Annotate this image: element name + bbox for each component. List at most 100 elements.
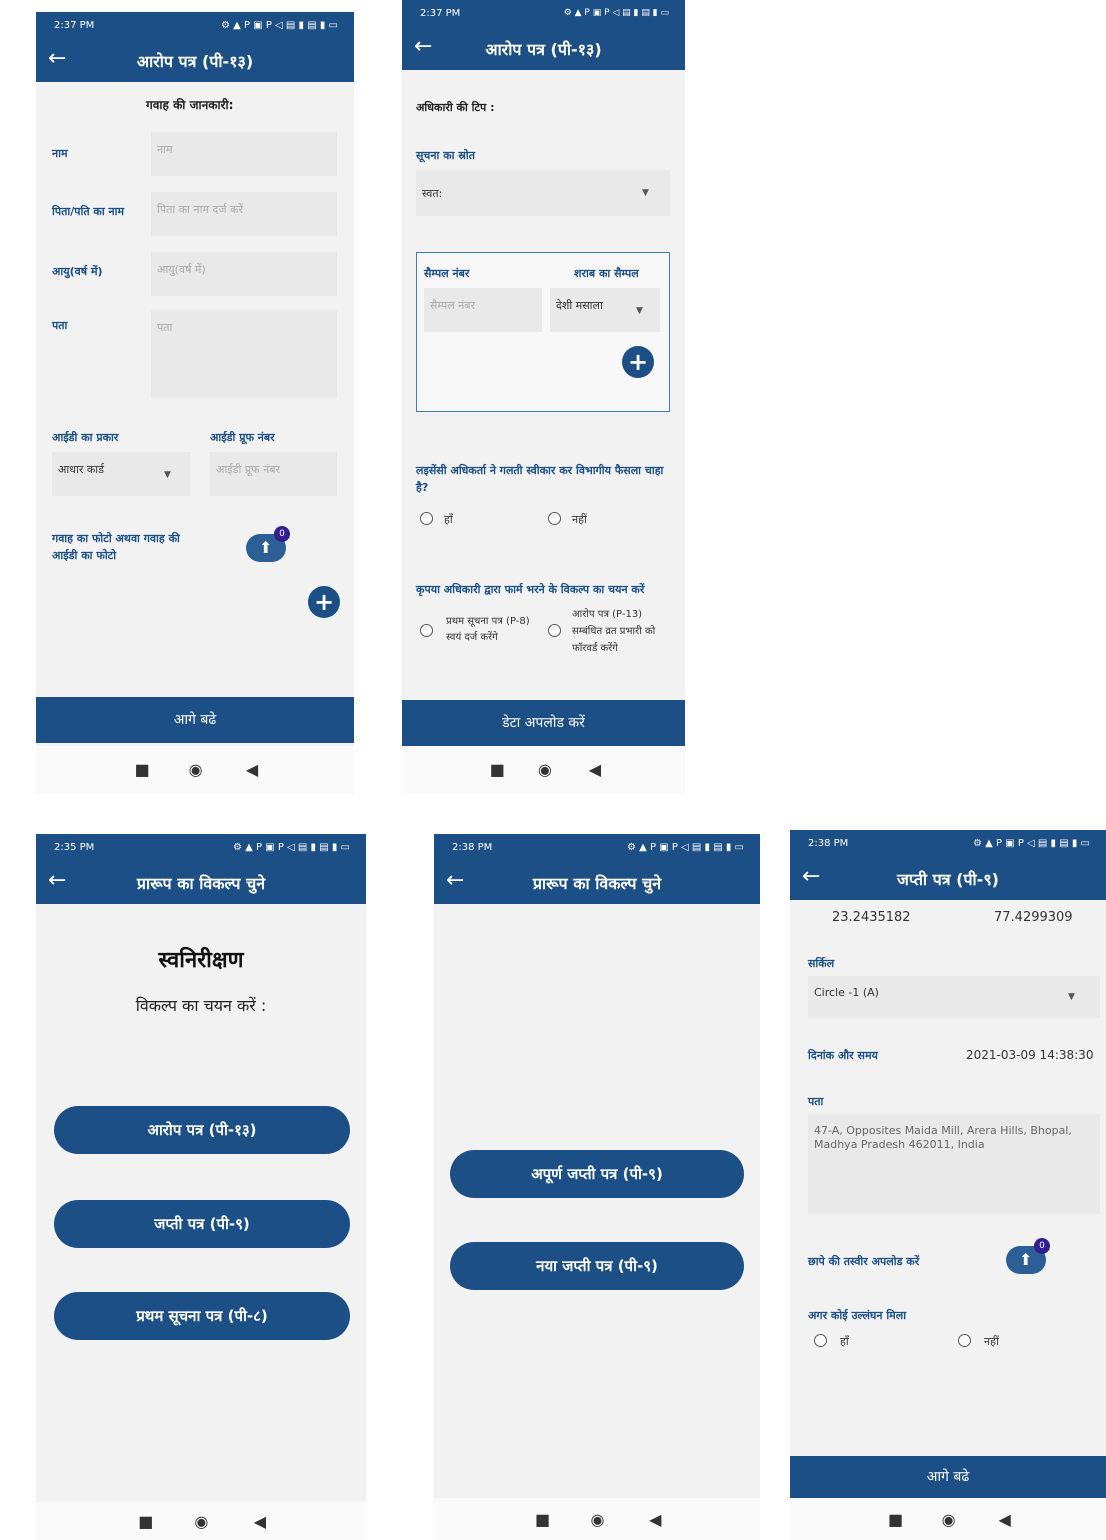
photo-label: गवाह का फोटो अथवा गवाह की आईडी का फोटो	[52, 532, 180, 562]
father-name-input[interactable]: पिता का नाम दर्ज करें	[151, 192, 337, 236]
back-icon[interactable]: ◀	[246, 760, 258, 779]
circle-select[interactable]: Circle -1 (A)	[808, 976, 1100, 1018]
recents-icon[interactable]: ■	[490, 760, 505, 779]
incomplete-seizure-button[interactable]: अपूर्ण जप्ती पत्र (पी-९)	[450, 1150, 744, 1198]
next-button[interactable]: आगे बढे	[790, 1456, 1106, 1498]
name-input[interactable]: नाम	[151, 132, 337, 176]
name-label: नाम	[52, 147, 68, 160]
add-sample-plus-icon[interactable]: +	[622, 346, 654, 378]
screen-seizure-form: 2:38 PM ⚙ ▲ P ▣ P ◁ ▤ ▮ ▤ ▮ ▭ ← जप्ती पत…	[790, 830, 1106, 1540]
page-title: प्रारूप का विकल्प चुने	[532, 874, 662, 893]
home-icon[interactable]: ◉	[590, 1510, 604, 1529]
status-icons: ⚙ ▲ P ▣ P ◁ ▤ ▮ ▤ ▮ ▭	[221, 20, 338, 31]
home-icon[interactable]: ◉	[538, 760, 552, 779]
new-seizure-button[interactable]: नया जप्ती पत्र (पी-९)	[450, 1242, 744, 1290]
back-icon[interactable]: ◀	[254, 1512, 266, 1531]
status-bar: 2:37 PM ⚙ ▲ P ▣ P ◁ ▤ ▮ ▤ ▮ ▭	[402, 0, 685, 26]
liquor-sample-value: देशी मसाला	[556, 299, 603, 312]
latitude-value: 23.2435182	[832, 910, 911, 925]
officer-remark-label: अधिकारी की टिप :	[416, 101, 495, 114]
app-bar: ← प्रारूप का विकल्प चुने	[434, 860, 760, 904]
age-input[interactable]: आयु(वर्ष में)	[151, 252, 337, 296]
sample-number-label: सैम्पल नंबर	[424, 267, 470, 280]
status-bar: 2:38 PM ⚙ ▲ P ▣ P ◁ ▤ ▮ ▤ ▮ ▭	[790, 830, 1106, 856]
page-title: प्रारूप का विकल्प चुने	[136, 874, 266, 893]
datetime-label: दिनांक और समय	[808, 1049, 878, 1062]
liquor-sample-label: शराब का सैम्पल	[574, 267, 639, 280]
address-input[interactable]: पता	[151, 310, 337, 398]
dropdown-caret-icon: ▼	[164, 470, 171, 480]
page-title: आरोप पत्र (पी-१३)	[485, 40, 602, 59]
screen-seizure-options: 2:38 PM ⚙ ▲ P ▣ P ◁ ▤ ▮ ▤ ▮ ▭ ← प्रारूप …	[434, 834, 760, 1540]
violation-no-label: नहीं	[984, 1335, 999, 1348]
next-button[interactable]: आगे बढे	[36, 697, 354, 743]
system-nav-bar: ■ ◉ ◀	[36, 746, 354, 794]
recents-icon[interactable]: ■	[888, 1510, 903, 1529]
info-source-label: सूचना का स्रोत	[416, 149, 475, 162]
license-yes-radio[interactable]	[420, 512, 433, 525]
status-bar: 2:35 PM ⚙ ▲ P ▣ P ◁ ▤ ▮ ▤ ▮ ▭	[36, 834, 366, 860]
recents-icon[interactable]: ■	[138, 1512, 153, 1531]
app-bar: ← प्रारूप का विकल्प चुने	[36, 860, 366, 904]
back-icon[interactable]: ◀	[649, 1510, 661, 1529]
status-icons: ⚙ ▲ P ▣ P ◁ ▤ ▮ ▤ ▮ ▭	[233, 842, 350, 853]
address-value: 47-A, Opposites Maida Mill, Arera Hills,…	[814, 1124, 1072, 1151]
option-forward-radio[interactable]	[548, 624, 561, 637]
system-nav-bar: ■ ◉ ◀	[36, 1502, 366, 1540]
back-icon[interactable]: ◀	[999, 1510, 1011, 1529]
home-icon[interactable]: ◉	[194, 1512, 208, 1531]
choose-option-question: कृपया अधिकारी द्वारा फार्म भरने के विकल्…	[416, 583, 645, 596]
violation-no-radio[interactable]	[958, 1334, 971, 1347]
license-yes-label: हाँ	[444, 513, 453, 526]
circle-label: सर्किल	[808, 957, 835, 970]
info-source-value: स्वत:	[422, 187, 443, 200]
dropdown-caret-icon: ▼	[636, 306, 643, 316]
status-time: 2:37 PM	[420, 8, 461, 19]
id-type-value: आधार कार्ड	[58, 463, 105, 476]
recents-icon[interactable]: ■	[535, 1510, 550, 1529]
option-fir-radio[interactable]	[420, 624, 433, 637]
status-time: 2:38 PM	[808, 838, 849, 849]
app-bar: ← आरोप पत्र (पी-१३)	[402, 26, 685, 70]
add-plus-icon[interactable]: +	[308, 586, 340, 618]
circle-value: Circle -1 (A)	[814, 986, 879, 999]
home-icon[interactable]: ◉	[189, 760, 203, 779]
violation-yes-label: हाँ	[840, 1335, 849, 1348]
option-fir-label: प्रथम सूचना पत्र (P-8) स्वयं दर्ज करेंगे	[446, 616, 530, 643]
age-label: आयु(वर्ष में)	[52, 265, 103, 278]
page-title: जप्ती पत्र (पी-९)	[897, 870, 999, 889]
screen-select-format: 2:35 PM ⚙ ▲ P ▣ P ◁ ▤ ▮ ▤ ▮ ▭ ← प्रारूप …	[36, 834, 366, 1540]
system-nav-bar: ■ ◉ ◀	[434, 1498, 760, 1540]
dropdown-caret-icon: ▼	[1068, 992, 1075, 1002]
upload-count-badge: 0	[1034, 1238, 1050, 1254]
charge-sheet-p13-button[interactable]: आरोप पत्र (पी-१३)	[54, 1106, 350, 1154]
status-icons: ⚙ ▲ P ▣ P ◁ ▤ ▮ ▤ ▮ ▭	[563, 8, 669, 18]
app-bar: ← जप्ती पत्र (पी-९)	[790, 856, 1106, 900]
liquor-sample-select[interactable]: देशी मसाला	[550, 288, 660, 332]
recents-icon[interactable]: ■	[135, 760, 150, 779]
back-icon[interactable]: ◀	[589, 760, 601, 779]
dropdown-caret-icon: ▼	[642, 188, 649, 198]
status-bar: 2:38 PM ⚙ ▲ P ▣ P ◁ ▤ ▮ ▤ ▮ ▭	[434, 834, 760, 860]
home-icon[interactable]: ◉	[942, 1510, 956, 1529]
status-bar: 2:37 PM ⚙ ▲ P ▣ P ◁ ▤ ▮ ▤ ▮ ▭	[36, 12, 354, 38]
upload-data-button[interactable]: डेटा अपलोड करें	[402, 700, 685, 746]
id-number-input[interactable]: आईडी प्रूफ नंबर	[210, 452, 337, 496]
license-question: लइसेंसी अधिकर्ता ने गलती स्वीकार कर विभा…	[416, 464, 664, 494]
status-icons: ⚙ ▲ P ▣ P ◁ ▤ ▮ ▤ ▮ ▭	[627, 842, 744, 853]
id-number-label: आईडी प्रूफ नंबर	[210, 431, 275, 444]
info-source-select[interactable]: स्वत:	[416, 170, 670, 216]
address-field[interactable]: 47-A, Opposites Maida Mill, Arera Hills,…	[808, 1114, 1100, 1214]
self-inspection-heading: स्वनिरीक्षण	[158, 948, 244, 973]
fir-p8-button[interactable]: प्रथम सूचना पत्र (पी-८)	[54, 1292, 350, 1340]
status-icons: ⚙ ▲ P ▣ P ◁ ▤ ▮ ▤ ▮ ▭	[973, 838, 1090, 849]
license-no-radio[interactable]	[548, 512, 561, 525]
address-label: पता	[808, 1095, 824, 1108]
license-no-label: नहीं	[572, 513, 587, 526]
screen-charge-sheet: 2:37 PM ⚙ ▲ P ▣ P ◁ ▤ ▮ ▤ ▮ ▭ ← आरोप पत्…	[402, 0, 685, 794]
page-title: आरोप पत्र (पी-१३)	[136, 52, 254, 71]
sample-number-input[interactable]: सैम्पल नंबर	[424, 288, 542, 332]
father-name-label: पिता/पति का नाम	[52, 205, 125, 218]
seizure-p9-button[interactable]: जप्ती पत्र (पी-९)	[54, 1200, 350, 1248]
violation-yes-radio[interactable]	[814, 1334, 827, 1347]
